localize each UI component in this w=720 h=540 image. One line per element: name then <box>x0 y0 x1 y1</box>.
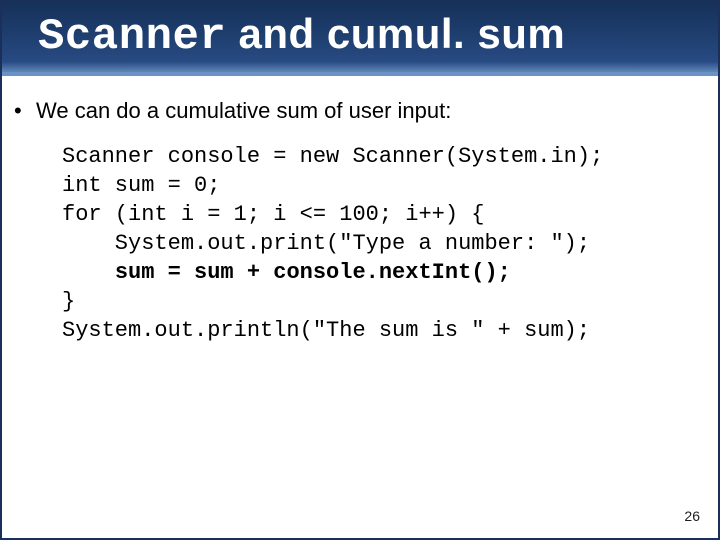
code-line-emphasis: sum = sum + console.nextInt(); <box>115 260 511 285</box>
bullet-mark-icon: • <box>14 98 28 124</box>
title-code-word: Scanner <box>38 12 226 62</box>
code-line: for (int i = 1; i <= 100; i++) { <box>62 202 484 227</box>
code-block: Scanner console = new Scanner(System.in)… <box>14 142 706 345</box>
title-rest: and cumul. sum <box>226 10 565 57</box>
code-line: Scanner console = new Scanner(System.in)… <box>62 144 603 169</box>
bullet-item: • We can do a cumulative sum of user inp… <box>14 98 706 124</box>
slide-header: Scanner and cumul. sum <box>2 2 718 76</box>
code-line: } <box>62 289 75 314</box>
code-line: int sum = 0; <box>62 173 220 198</box>
page-number: 26 <box>684 508 700 524</box>
code-line <box>62 260 115 285</box>
code-line: System.out.print("Type a number: "); <box>62 231 590 256</box>
slide-content: • We can do a cumulative sum of user inp… <box>2 76 718 345</box>
bullet-text: We can do a cumulative sum of user input… <box>36 98 451 124</box>
code-line: System.out.println("The sum is " + sum); <box>62 318 590 343</box>
slide-title: Scanner and cumul. sum <box>38 10 718 62</box>
